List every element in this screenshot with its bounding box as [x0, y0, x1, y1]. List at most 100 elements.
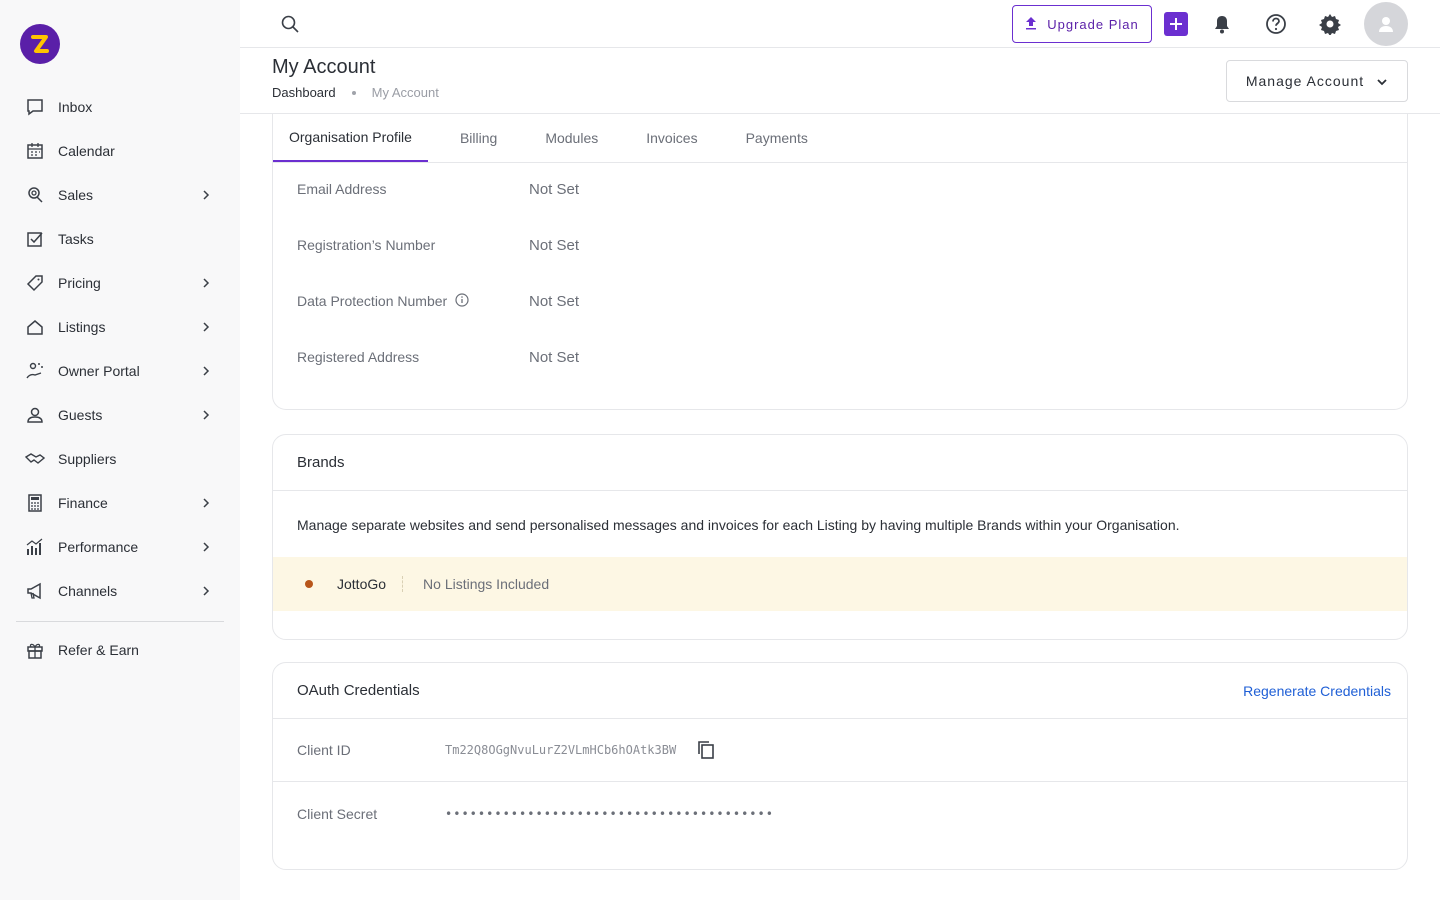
brand-status-dot — [305, 580, 313, 588]
tab-organisation-profile[interactable]: Organisation Profile — [273, 114, 428, 162]
breadcrumb-separator — [351, 90, 356, 95]
brand-name: JottoGo — [337, 576, 404, 592]
add-new-button[interactable] — [1164, 12, 1188, 36]
tab-payments[interactable]: Payments — [730, 114, 824, 162]
field-label: Email Address — [297, 181, 387, 197]
gift-icon — [24, 639, 46, 661]
plus-icon — [1170, 18, 1182, 30]
sidebar-item-finance[interactable]: Finance — [16, 481, 224, 525]
client-id-label: Client ID — [297, 742, 351, 758]
sales-icon — [24, 184, 46, 206]
sidebar-item-suppliers[interactable]: Suppliers — [16, 437, 224, 481]
account-tabs: Organisation Profile Billing Modules Inv… — [272, 114, 1408, 163]
breadcrumb: Dashboard My Account — [272, 85, 439, 100]
sidebar-item-guests[interactable]: Guests — [16, 393, 224, 437]
sidebar-item-tasks[interactable]: Tasks — [16, 217, 224, 261]
sidebar-item-label: Refer & Earn — [58, 642, 139, 658]
info-icon[interactable] — [455, 292, 469, 310]
chevron-right-icon — [200, 277, 212, 289]
sidebar-item-label: Channels — [58, 583, 118, 599]
handshake-icon — [24, 448, 46, 470]
field-value: Not Set — [529, 348, 580, 366]
sidebar-item-label: Calendar — [58, 143, 115, 159]
inbox-icon — [24, 96, 46, 118]
sidebar-nav: Inbox Calendar Sales Tasks Pricing Listi… — [16, 85, 224, 672]
upgrade-plan-label: Upgrade Plan — [1047, 16, 1139, 32]
oauth-credentials-card: OAuth Credentials Regenerate Credentials… — [272, 662, 1408, 870]
sidebar-item-inbox[interactable]: Inbox — [16, 85, 224, 129]
sidebar-item-label: Listings — [58, 319, 106, 335]
bell-icon[interactable] — [1210, 12, 1234, 36]
bar-chart-icon — [24, 536, 46, 558]
calculator-icon — [24, 492, 46, 514]
owner-icon — [24, 360, 46, 382]
brand-row[interactable]: JottoGo No Listings Included — [273, 557, 1407, 611]
regenerate-credentials-button[interactable]: Regenerate Credentials — [1243, 683, 1391, 699]
chevron-right-icon — [200, 497, 212, 509]
calendar-icon — [24, 140, 46, 162]
client-secret-value: •••••••••••••••••••••••••••••••••••••••• — [445, 806, 774, 821]
page-header: My Account Dashboard My Account Manage A… — [240, 48, 1440, 114]
sidebar-item-label: Finance — [58, 495, 108, 511]
tab-invoices[interactable]: Invoices — [630, 114, 713, 162]
chevron-right-icon — [200, 585, 212, 597]
tasks-icon — [24, 228, 46, 250]
chevron-right-icon — [200, 189, 212, 201]
field-label: Data Protection Number — [297, 293, 448, 309]
sidebar: Inbox Calendar Sales Tasks Pricing Listi… — [0, 0, 240, 900]
sidebar-item-owner-portal[interactable]: Owner Portal — [16, 349, 224, 393]
sidebar-item-sales[interactable]: Sales — [16, 173, 224, 217]
chevron-right-icon — [200, 321, 212, 333]
tab-modules[interactable]: Modules — [529, 114, 614, 162]
sidebar-item-pricing[interactable]: Pricing — [16, 261, 224, 305]
client-secret-row: Client Secret ••••••••••••••••••••••••••… — [273, 782, 1407, 845]
gear-icon[interactable] — [1318, 12, 1342, 36]
brand-listings: No Listings Included — [423, 576, 550, 592]
chevron-down-icon — [1376, 73, 1388, 89]
field-email-address: Email Address Not Set — [297, 177, 579, 201]
tag-icon — [24, 272, 46, 294]
sidebar-item-channels[interactable]: Channels — [16, 569, 224, 613]
page-title: My Account — [272, 56, 376, 78]
copy-icon[interactable] — [696, 740, 716, 760]
topbar: Upgrade Plan — [240, 0, 1440, 48]
oauth-title: OAuth Credentials — [297, 682, 420, 699]
field-value: Not Set — [529, 180, 580, 198]
breadcrumb-current: My Account — [371, 85, 439, 100]
brands-header: Brands — [273, 435, 1407, 491]
field-label-wrapper: Data Protection Number — [297, 292, 529, 310]
sidebar-item-label: Performance — [58, 539, 139, 555]
sidebar-item-label: Tasks — [58, 231, 94, 247]
field-label: Registered Address — [297, 349, 420, 365]
sidebar-divider — [16, 621, 224, 622]
search-icon[interactable] — [280, 14, 300, 34]
home-icon — [24, 316, 46, 338]
tab-billing[interactable]: Billing — [444, 114, 513, 162]
user-avatar-icon — [1379, 17, 1393, 32]
sidebar-item-listings[interactable]: Listings — [16, 305, 224, 349]
help-icon[interactable] — [1264, 12, 1288, 36]
breadcrumb-dashboard-link[interactable]: Dashboard — [272, 85, 336, 100]
chevron-right-icon — [200, 409, 212, 421]
megaphone-icon — [24, 580, 46, 602]
avatar[interactable] — [1364, 2, 1408, 46]
brands-card: Brands Manage separate websites and send… — [272, 434, 1408, 640]
sidebar-item-refer-earn[interactable]: Refer & Earn — [16, 628, 224, 672]
upgrade-plan-button[interactable]: Upgrade Plan — [1012, 5, 1152, 43]
sidebar-item-calendar[interactable]: Calendar — [16, 129, 224, 173]
manage-account-label: Manage Account — [1245, 73, 1365, 89]
chevron-right-icon — [200, 365, 212, 377]
upload-arrow-icon — [1025, 16, 1037, 33]
app-logo[interactable] — [20, 24, 60, 64]
sidebar-item-label: Inbox — [58, 99, 93, 115]
sidebar-item-performance[interactable]: Performance — [16, 525, 224, 569]
client-secret-label: Client Secret — [297, 805, 378, 822]
sidebar-item-label: Suppliers — [58, 451, 117, 467]
field-registered-address: Registered Address Not Set — [297, 345, 579, 369]
sidebar-item-label: Guests — [58, 407, 103, 423]
brands-description: Manage separate websites and send person… — [297, 517, 1180, 533]
brands-title: Brands — [297, 454, 345, 471]
manage-account-button[interactable]: Manage Account — [1226, 60, 1408, 102]
field-label: Registration’s Number — [297, 237, 436, 253]
client-id-value: Tm22Q8OGgNvuLurZ2VLmHCb6hOAtk3BW — [445, 743, 677, 757]
